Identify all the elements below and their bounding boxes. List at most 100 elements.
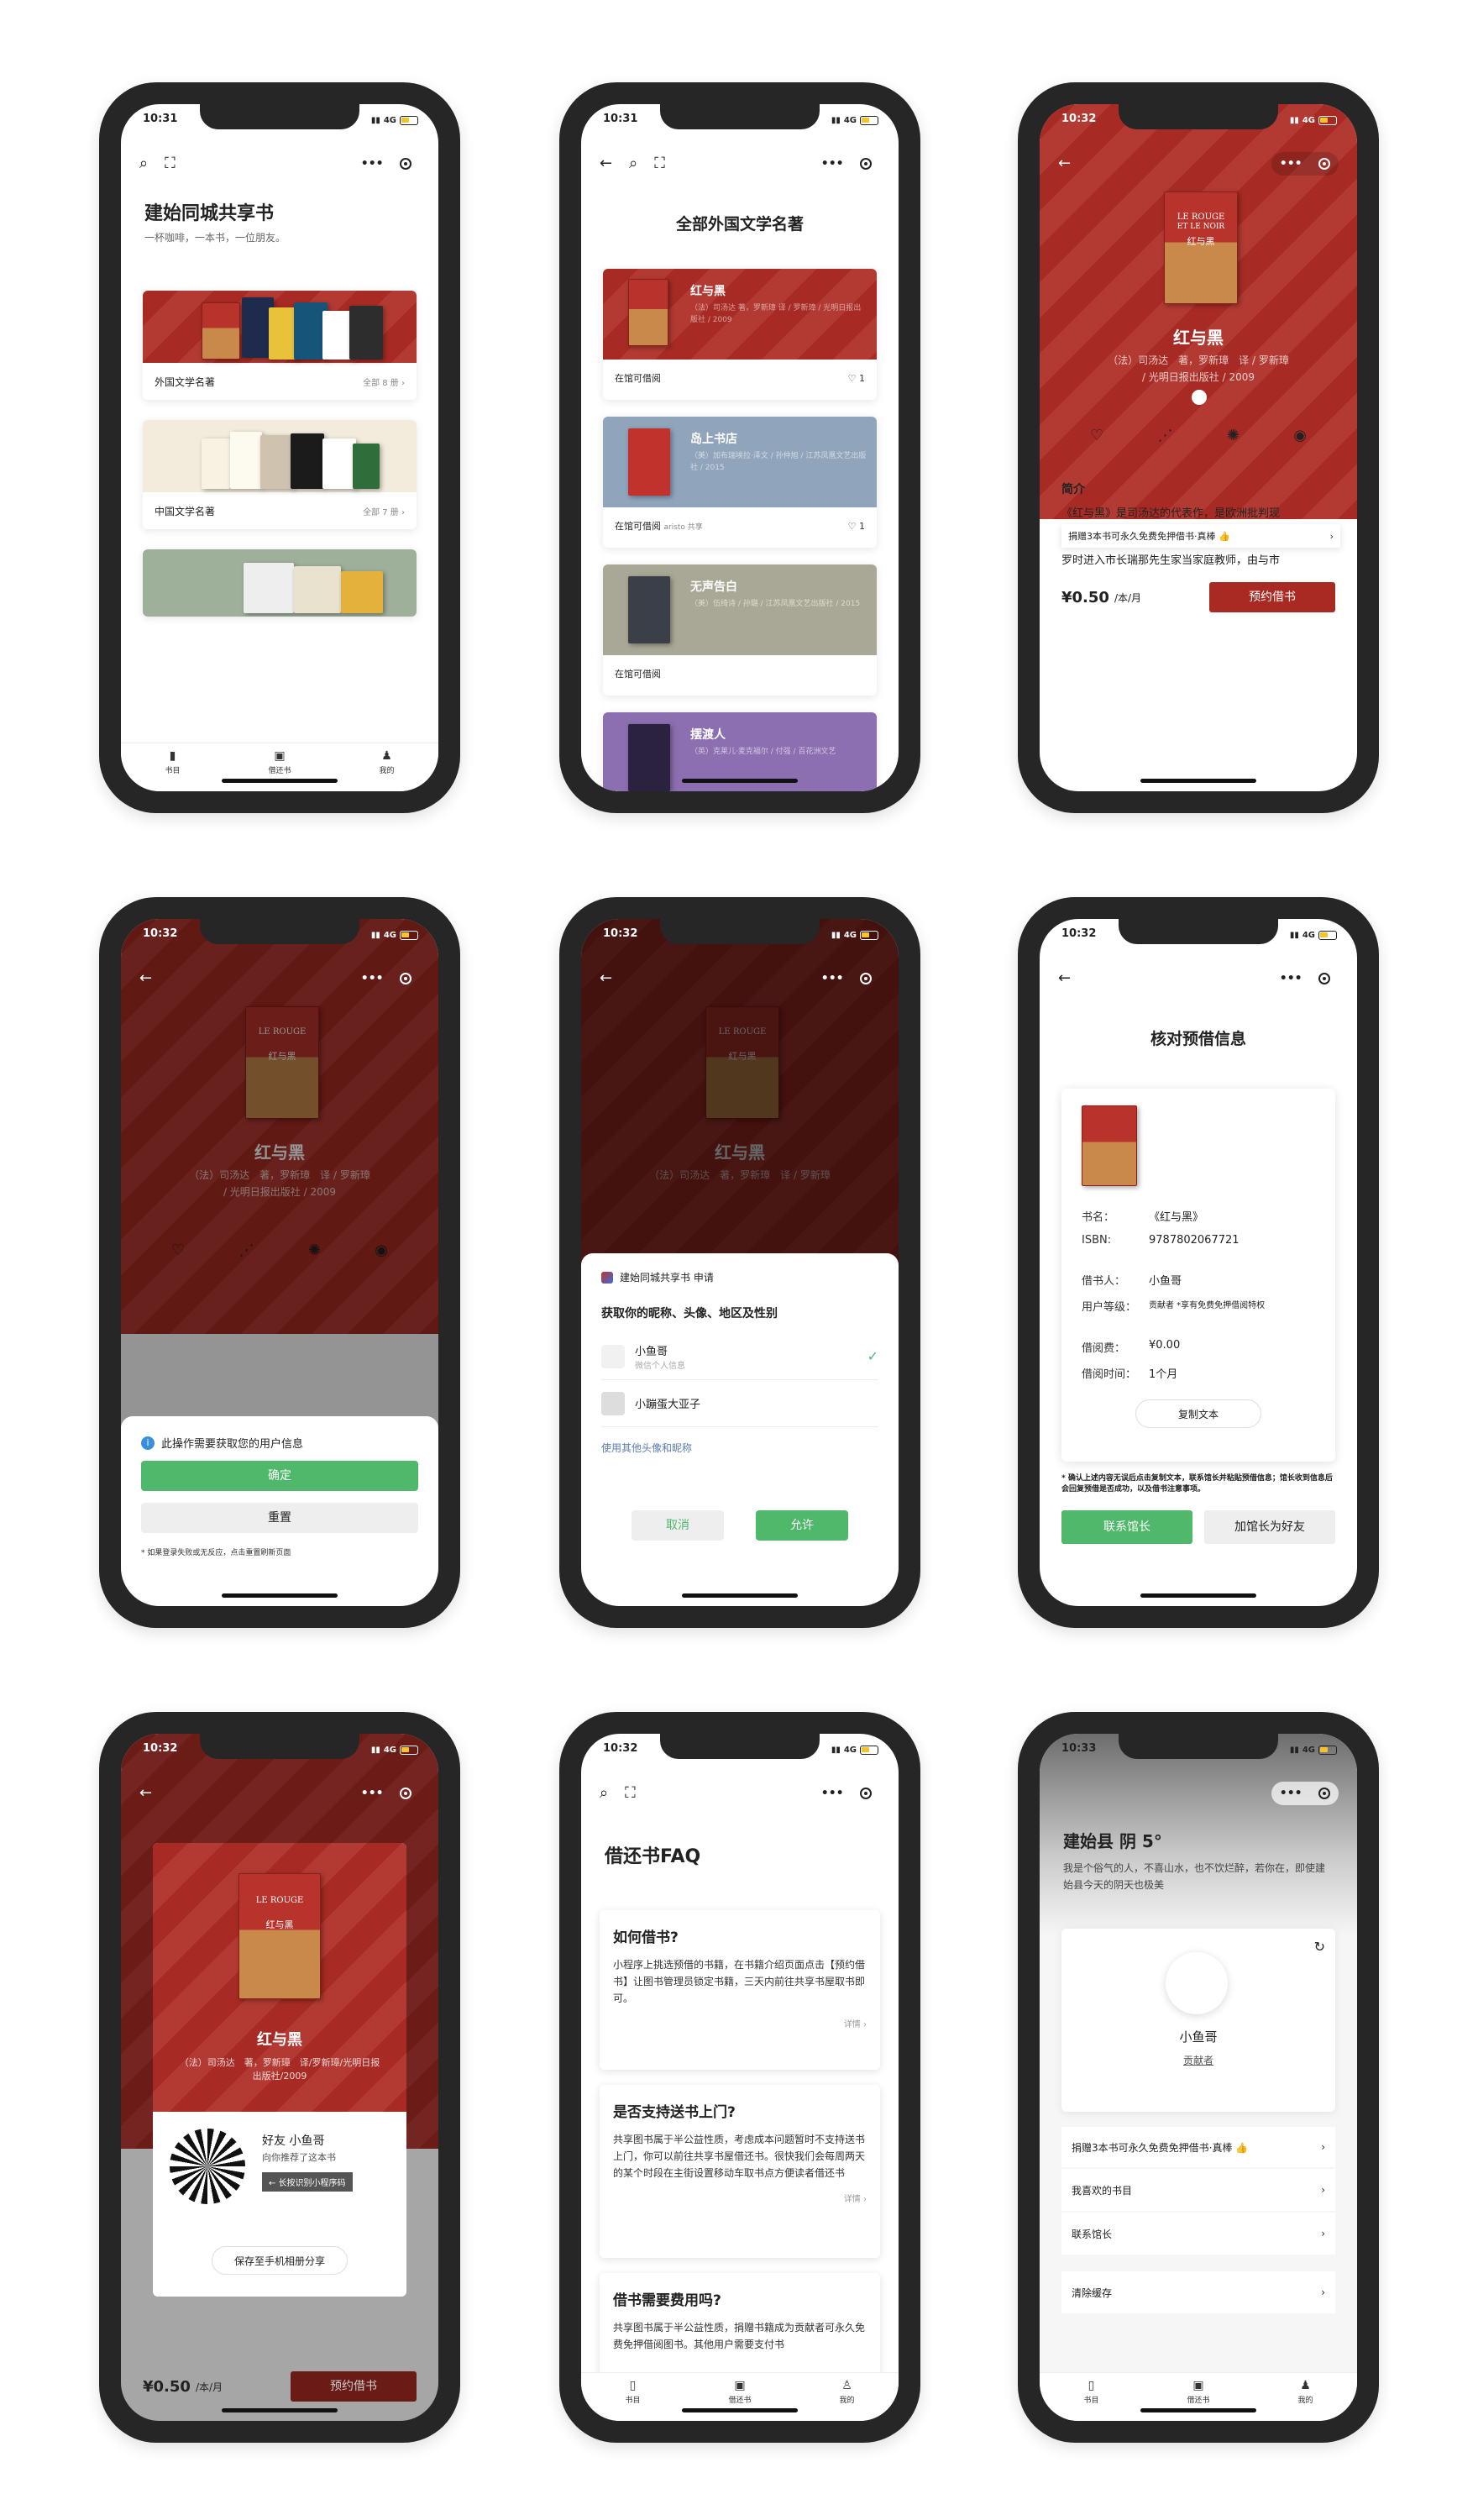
phone-auth-request: LE ROUGE红与黑 红与黑 （法）司汤达 著，罗新璋 译 / 罗新璋 10:… xyxy=(559,897,920,1628)
allow-button[interactable]: 允许 xyxy=(756,1510,848,1541)
more-icon[interactable]: ••• xyxy=(821,157,844,171)
price-bar: ¥0.50/本/月 预约借书 xyxy=(1040,571,1357,623)
more-icon[interactable]: ••• xyxy=(1280,1787,1302,1800)
back-arrow-icon[interactable]: ← xyxy=(1058,971,1071,986)
capsule-menu[interactable]: ••• xyxy=(813,152,880,176)
capsule-menu[interactable]: ••• xyxy=(813,967,880,990)
donate-banner[interactable]: 捐赠3本书可永久免费免押借书·真棒 👍 › xyxy=(1061,524,1340,548)
add-friend-button[interactable]: 加馆长为好友 xyxy=(1204,1510,1335,1544)
battery-icon xyxy=(860,930,878,940)
cancel-button[interactable]: 取消 xyxy=(632,1510,724,1541)
category-card-foreign[interactable]: 外国文学名著 全部 8 册 › xyxy=(143,291,417,400)
scan-icon[interactable]: ⛶ xyxy=(654,156,665,171)
tab-bar: ▯ 书目 ▣ 借还书 ♟ 我的 xyxy=(1040,2372,1357,2421)
close-mini-icon[interactable] xyxy=(860,1788,873,1799)
back-arrow-icon[interactable]: ← xyxy=(1058,156,1071,171)
tab-mine[interactable]: ♟ 我的 xyxy=(379,750,394,791)
book-card[interactable]: 无声告白 （美）伍绮诗 / 孙璐 / 江苏凤凰文艺出版社 / 2015 在馆可借… xyxy=(603,564,877,696)
menu-item[interactable]: 捐赠3本书可永久免费免押借书·真棒 👍 › xyxy=(1061,2127,1335,2167)
contact-admin-button[interactable]: 联系馆长 xyxy=(1061,1510,1192,1544)
borrow-icon: ▣ xyxy=(734,2379,746,2392)
tab-borrow[interactable]: ▣ 借还书 xyxy=(268,750,291,791)
reserve-button[interactable]: 预约借书 xyxy=(291,2371,417,2402)
tab-mine[interactable]: ♟ 我的 xyxy=(1297,2380,1313,2421)
scan-icon[interactable]: ⛶ xyxy=(625,1786,636,1801)
more-icon[interactable]: ••• xyxy=(361,157,384,171)
owner-avatar xyxy=(1192,390,1207,405)
search-icon[interactable]: ⌕ xyxy=(600,1786,608,1801)
reserve-button[interactable]: 预约借书 xyxy=(1209,582,1335,612)
tab-borrow[interactable]: ▣ 借还书 xyxy=(1187,2380,1209,2421)
tab-borrow[interactable]: ▣ 借还书 xyxy=(728,2380,751,2421)
faq-detail-link[interactable]: 详情 xyxy=(844,2020,861,2029)
home-indicator xyxy=(222,2408,338,2412)
close-mini-icon[interactable] xyxy=(860,158,873,170)
reservation-card: 书名： 《红与黑》 ISBN: 9787802067721 借书人： 小鱼哥 用户等级… xyxy=(1061,1089,1335,1462)
back-arrow-icon[interactable]: ← xyxy=(139,1786,152,1801)
capsule-menu[interactable]: ••• xyxy=(1271,152,1339,176)
network: 4G xyxy=(383,1745,396,1755)
heart-icon[interactable]: ♡ xyxy=(848,521,857,532)
faq-detail-link[interactable]: 详情 xyxy=(844,2195,861,2204)
category-card-chinese[interactable]: 中国文学名著 全部 7 册 › xyxy=(143,420,417,529)
scan-hint: ← 长按识别小程序码 xyxy=(262,2172,353,2192)
more-icon[interactable]: ••• xyxy=(821,972,844,985)
refresh-icon[interactable]: ↻ xyxy=(1314,1939,1325,1955)
capsule-menu[interactable]: ••• xyxy=(353,967,420,990)
close-mini-icon[interactable] xyxy=(400,973,412,984)
close-mini-icon[interactable] xyxy=(860,973,873,984)
more-icon[interactable]: ••• xyxy=(1280,157,1302,171)
wechat-icon[interactable]: ◉ xyxy=(1293,427,1307,444)
reset-button[interactable]: 重置 xyxy=(141,1503,418,1533)
account-option-2[interactable]: 小蹦蛋大亚子 xyxy=(601,1380,878,1427)
back-arrow-icon[interactable]: ← xyxy=(139,971,152,986)
weather-quote: 我是个俗气的人，不喜山水，也不饮烂醉，若你在，即使建始县今天的阴天也极美 xyxy=(1063,1862,1326,1891)
field-value: 《红与黑》 xyxy=(1149,1211,1204,1224)
more-icon[interactable]: ••• xyxy=(361,1787,384,1800)
share-poster: LE ROUGE 红与黑 红与黑 （法）司汤达 著，罗新璋 译/罗新璋/光明日报出… xyxy=(153,1843,406,2297)
search-icon[interactable]: ⌕ xyxy=(139,156,148,171)
save-to-album-button[interactable]: 保存至手机相册分享 xyxy=(212,2246,348,2275)
share-icon[interactable]: ⋰ xyxy=(1157,427,1172,444)
menu-item[interactable]: 我喜欢的书目 › xyxy=(1061,2169,1335,2211)
close-mini-icon[interactable] xyxy=(400,158,412,170)
back-arrow-icon[interactable]: ← xyxy=(600,971,612,986)
confirm-button[interactable]: 确定 xyxy=(141,1461,418,1491)
back-arrow-icon[interactable]: ← xyxy=(600,156,612,171)
search-icon[interactable]: ⌕ xyxy=(629,156,637,171)
capsule-menu[interactable]: ••• xyxy=(353,1782,420,1805)
copy-text-button[interactable]: 复制文本 xyxy=(1135,1399,1261,1428)
book-cover xyxy=(291,433,324,489)
book-card[interactable]: 红与黑 （法）司汤达 著，罗新璋 译 / 罗新璋 / 光明日报出版社 / 200… xyxy=(603,269,877,400)
close-mini-icon[interactable] xyxy=(1318,1788,1331,1799)
heart-icon[interactable]: ♡ xyxy=(1090,427,1103,444)
tab-mine[interactable]: ♙ 我的 xyxy=(839,2380,854,2421)
tab-books[interactable]: ▮ 书目 xyxy=(165,750,180,791)
faq-card[interactable]: 如何借书? 小程序上挑选预借的书籍，在书籍介绍页面点击【预约借书】让图书管理员锁… xyxy=(600,1910,880,2070)
settings-icon[interactable]: ✺ xyxy=(1227,427,1240,444)
tab-books[interactable]: ▯ 书目 xyxy=(1083,2380,1098,2421)
tab-label: 书目 xyxy=(625,2397,641,2405)
capsule-menu[interactable]: ••• xyxy=(1271,967,1339,990)
close-mini-icon[interactable] xyxy=(1318,158,1331,170)
menu-label: 我喜欢的书目 xyxy=(1072,2184,1133,2197)
capsule-menu[interactable]: ••• xyxy=(813,1782,880,1805)
capsule-menu[interactable]: ••• xyxy=(1271,1782,1339,1805)
heart-icon[interactable]: ♡ xyxy=(848,373,857,384)
account-option-1[interactable]: 小鱼哥 微信个人信息 ✓ xyxy=(601,1333,878,1380)
tab-books[interactable]: ▯ 书目 xyxy=(625,2380,640,2421)
book-card[interactable]: 岛上书店 （美）加布瑞埃拉·泽文 / 孙仲旭 / 江苏凤凰文艺出版社 / 201… xyxy=(603,417,877,548)
more-icon[interactable]: ••• xyxy=(361,972,384,985)
scan-icon[interactable]: ⛶ xyxy=(165,156,176,171)
more-icon[interactable]: ••• xyxy=(1280,972,1302,985)
qr-code[interactable] xyxy=(170,2129,245,2204)
menu-item[interactable]: 联系馆长 › xyxy=(1061,2213,1335,2255)
menu-item[interactable]: 清除缓存 › xyxy=(1061,2271,1335,2313)
use-other-link[interactable]: 使用其他头像和昵称 xyxy=(601,1441,878,1455)
faq-card[interactable]: 是否支持送书上门? 共享图书属于半公益性质，考虑成本问题暂时不支持送书上门，你可… xyxy=(600,2085,880,2258)
capsule-menu[interactable]: ••• xyxy=(353,152,420,176)
category-card-more[interactable] xyxy=(143,549,417,617)
more-icon[interactable]: ••• xyxy=(821,1787,844,1800)
close-mini-icon[interactable] xyxy=(1318,973,1331,984)
close-mini-icon[interactable] xyxy=(400,1788,412,1799)
